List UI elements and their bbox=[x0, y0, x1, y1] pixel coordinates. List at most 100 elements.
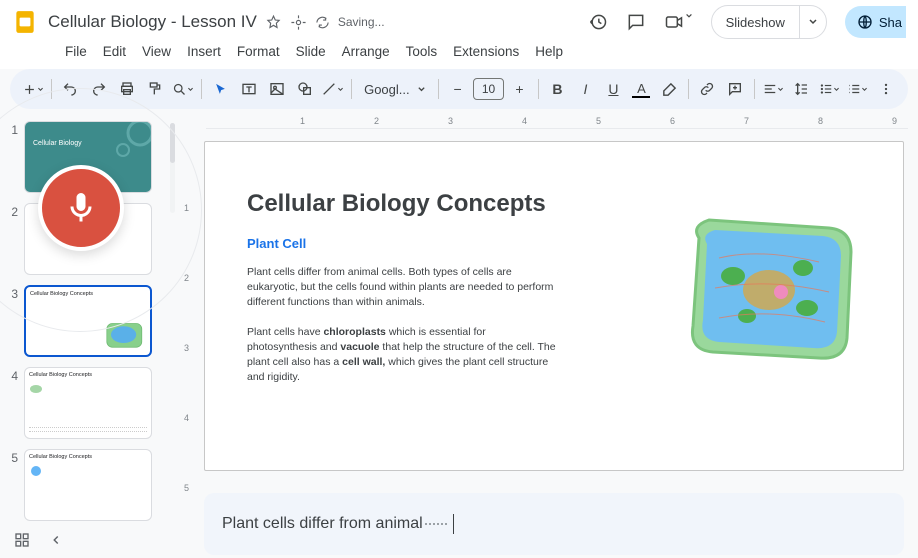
numbered-list-button[interactable] bbox=[845, 76, 870, 102]
camera-icon[interactable] bbox=[664, 12, 693, 32]
text-color-button[interactable]: A bbox=[629, 76, 654, 102]
horizontal-ruler[interactable]: 1 2 3 4 5 6 7 8 9 bbox=[206, 113, 908, 129]
comment-icon[interactable] bbox=[626, 12, 646, 32]
star-icon[interactable] bbox=[265, 14, 282, 31]
mini-nucleus-icon bbox=[29, 464, 43, 478]
plant-cell-illustration-icon bbox=[669, 208, 869, 378]
thumbnails-scrollbar[interactable] bbox=[170, 123, 175, 213]
slideshow-button[interactable]: Slideshow bbox=[712, 15, 799, 30]
menu-extensions[interactable]: Extensions bbox=[446, 40, 526, 63]
chevron-down-icon bbox=[417, 85, 426, 94]
menu-help[interactable]: Help bbox=[528, 40, 570, 63]
slide-thumbnail-4[interactable]: Cellular Biology Concepts bbox=[24, 367, 152, 439]
thumb-number: 2 bbox=[6, 203, 18, 275]
collapse-button[interactable] bbox=[46, 530, 66, 550]
mini-cell-icon bbox=[104, 319, 146, 351]
ruler-mark: 4 bbox=[522, 116, 527, 126]
slide-paragraph-2[interactable]: Plant cells have chloroplasts which is e… bbox=[247, 325, 557, 386]
slide-paragraph-1[interactable]: Plant cells differ from animal cells. Bo… bbox=[247, 265, 557, 311]
slide-title[interactable]: Cellular Biology Concepts bbox=[247, 190, 557, 218]
app-header: Cellular Biology - Lesson IV Saving... S… bbox=[0, 0, 918, 69]
underline-button[interactable]: U bbox=[601, 76, 626, 102]
grid-view-button[interactable] bbox=[12, 530, 32, 550]
add-comment-button[interactable] bbox=[723, 76, 748, 102]
thumb-title: Cellular Biology Concepts bbox=[29, 454, 147, 460]
ruler-mark: 1 bbox=[300, 116, 305, 126]
slide-canvas[interactable]: Cellular Biology Concepts Plant Cell Pla… bbox=[204, 141, 904, 471]
menu-tools[interactable]: Tools bbox=[399, 40, 445, 63]
dictation-processing-icon bbox=[425, 523, 447, 525]
separator bbox=[351, 79, 352, 99]
thumb-number: 1 bbox=[6, 121, 18, 193]
print-button[interactable] bbox=[114, 76, 139, 102]
link-button[interactable] bbox=[695, 76, 720, 102]
highlight-button[interactable] bbox=[657, 76, 682, 102]
shape-button[interactable] bbox=[292, 76, 317, 102]
ruler-mark: 2 bbox=[374, 116, 379, 126]
chevron-down-icon bbox=[808, 17, 818, 27]
font-name-label: Googl... bbox=[364, 82, 410, 97]
redo-button[interactable] bbox=[86, 76, 111, 102]
menu-file[interactable]: File bbox=[58, 40, 94, 63]
move-icon[interactable] bbox=[290, 14, 307, 31]
menubar: File Edit View Insert Format Slide Arran… bbox=[12, 38, 906, 69]
menu-edit[interactable]: Edit bbox=[96, 40, 133, 63]
slideshow-button-group: Slideshow bbox=[711, 5, 827, 39]
globe-icon bbox=[857, 14, 873, 30]
textbox-button[interactable] bbox=[236, 76, 261, 102]
slide-subtitle[interactable]: Plant Cell bbox=[247, 236, 557, 251]
separator bbox=[754, 79, 755, 99]
separator bbox=[51, 79, 52, 99]
decor-circles-icon bbox=[105, 121, 152, 168]
line-button[interactable] bbox=[320, 76, 345, 102]
slide-thumbnail-5[interactable]: Cellular Biology Concepts bbox=[24, 449, 152, 521]
text-bold: cell wall, bbox=[342, 356, 385, 368]
menu-arrange[interactable]: Arrange bbox=[335, 40, 397, 63]
ruler-mark: 4 bbox=[184, 413, 189, 423]
more-options-button[interactable] bbox=[873, 76, 898, 102]
saving-status: Saving... bbox=[338, 15, 385, 29]
ruler-mark: 5 bbox=[184, 483, 189, 493]
slide-thumbnail-3[interactable]: Cellular Biology Concepts bbox=[24, 285, 152, 357]
slides-logo-icon bbox=[12, 9, 38, 35]
separator bbox=[688, 79, 689, 99]
history-icon[interactable] bbox=[588, 12, 608, 32]
document-title[interactable]: Cellular Biology - Lesson IV bbox=[48, 12, 257, 32]
voice-input-button[interactable] bbox=[38, 165, 124, 251]
menu-insert[interactable]: Insert bbox=[180, 40, 228, 63]
thumb-title: Cellular Biology Concepts bbox=[29, 372, 147, 378]
share-button[interactable]: Sha bbox=[845, 6, 906, 38]
ruler-mark: 6 bbox=[670, 116, 675, 126]
menu-view[interactable]: View bbox=[135, 40, 178, 63]
cloud-status-icon[interactable] bbox=[315, 15, 330, 30]
increase-font-button[interactable]: + bbox=[507, 76, 532, 102]
plant-cell-image[interactable] bbox=[669, 208, 869, 378]
zoom-button[interactable] bbox=[170, 76, 195, 102]
dictation-bar[interactable]: Plant cells differ from animal bbox=[204, 493, 904, 555]
ruler-mark: 9 bbox=[892, 116, 897, 126]
decrease-font-button[interactable]: − bbox=[445, 76, 470, 102]
menu-slide[interactable]: Slide bbox=[289, 40, 333, 63]
mini-leaf-icon bbox=[29, 382, 43, 396]
new-slide-button[interactable] bbox=[20, 76, 45, 102]
ruler-mark: 7 bbox=[744, 116, 749, 126]
vertical-ruler[interactable]: 1 2 3 4 5 bbox=[182, 141, 204, 481]
font-size-input[interactable]: 10 bbox=[473, 78, 504, 100]
bold-button[interactable]: B bbox=[545, 76, 570, 102]
italic-button[interactable]: I bbox=[573, 76, 598, 102]
align-button[interactable] bbox=[761, 76, 786, 102]
undo-button[interactable] bbox=[58, 76, 83, 102]
paint-format-button[interactable] bbox=[142, 76, 167, 102]
editor-area: 1 2 3 4 5 6 7 8 9 1 2 3 4 5 Cellular Bio… bbox=[176, 113, 918, 555]
image-button[interactable] bbox=[264, 76, 289, 102]
menu-format[interactable]: Format bbox=[230, 40, 287, 63]
ruler-mark: 1 bbox=[184, 203, 189, 213]
line-spacing-button[interactable] bbox=[789, 76, 814, 102]
slides-logo[interactable] bbox=[12, 9, 38, 35]
slideshow-dropdown[interactable] bbox=[799, 6, 826, 38]
separator bbox=[438, 79, 439, 99]
bullet-list-button[interactable] bbox=[817, 76, 842, 102]
select-tool[interactable] bbox=[208, 76, 233, 102]
thumb-number: 3 bbox=[6, 285, 18, 357]
font-family-select[interactable]: Googl... bbox=[358, 82, 432, 97]
